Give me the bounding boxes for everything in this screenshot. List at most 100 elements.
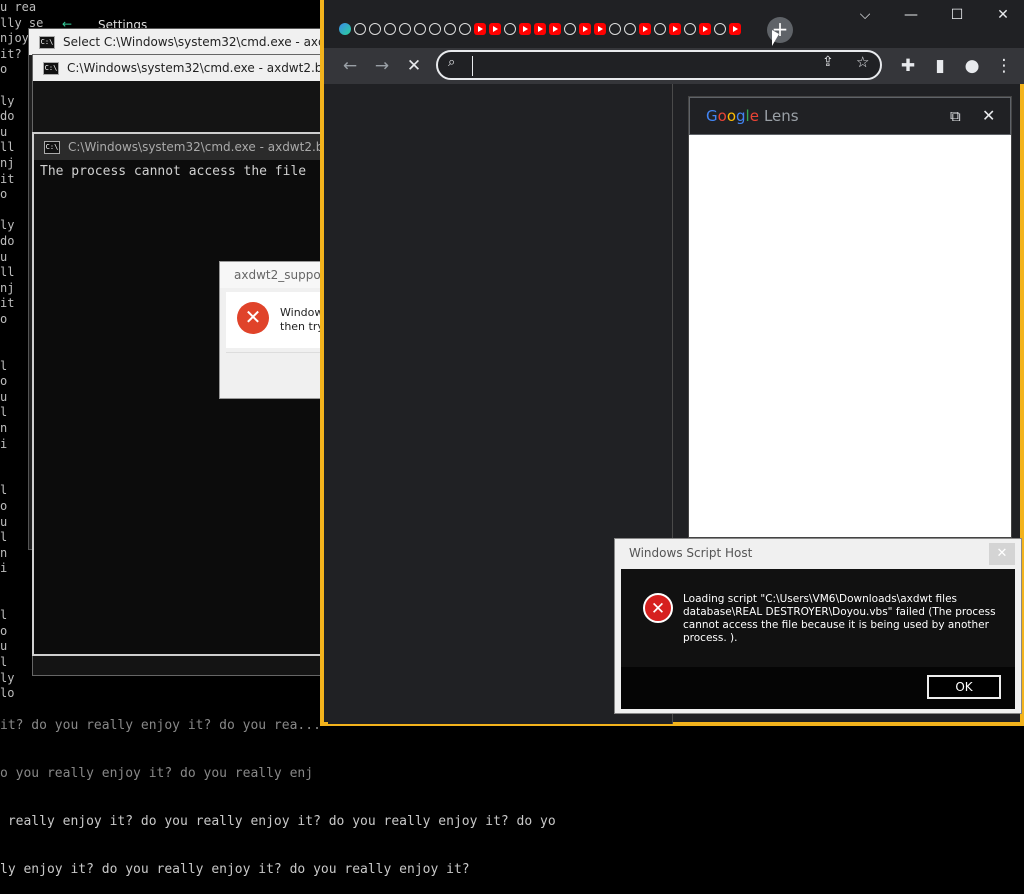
stop-loading-icon[interactable]: ✕ [402,54,426,78]
browser-tab[interactable] [668,20,682,38]
browser-tab[interactable] [518,20,532,38]
loading-spinner-icon [654,23,666,35]
extensions-puzzle-icon[interactable]: ✚ [896,54,920,78]
ok-button[interactable]: OK [927,675,1001,699]
error-message-line: Window [280,306,324,319]
search-icon: ⌕ [448,55,456,70]
minimize-icon[interactable]: — [900,4,922,26]
share-icon[interactable]: ⇪ [822,54,834,70]
new-tab-button[interactable]: + [767,17,793,43]
chevron-down-icon[interactable]: ⌵ [854,4,876,26]
error-dialog-message: Window then try [280,306,324,334]
cmd-icon: C:\ [39,35,55,49]
browser-tab[interactable] [623,20,637,38]
browser-tab[interactable] [383,20,397,38]
console-line: o you really enjoy it? do you really enj [0,766,314,781]
windows-script-host-dialog[interactable]: Windows Script Host ✕ ✕ Loading script "… [614,538,1022,714]
tab-list [338,20,742,38]
browser-toolbar: ← → ✕ ⌕ ⇪ ☆ ✚ ▮ ● ⋮ [324,48,1024,84]
lens-header: Google Lens ⧉ ✕ [689,97,1011,135]
browser-tab[interactable] [638,20,652,38]
loading-spinner-icon [459,23,471,35]
browser-tab[interactable] [368,20,382,38]
youtube-favicon-icon [474,23,486,35]
bookmark-star-icon[interactable]: ☆ [856,53,869,71]
browser-tab[interactable] [593,20,607,38]
google-lens-panel: Google Lens ⧉ ✕ [688,96,1012,538]
error-icon: ✕ [643,593,673,623]
address-input[interactable] [472,56,807,76]
wsh-footer: OK [621,667,1015,709]
browser-tab[interactable] [488,20,502,38]
browser-tab[interactable] [608,20,622,38]
youtube-favicon-icon [534,23,546,35]
browser-tab[interactable] [728,20,742,38]
browser-tab[interactable] [458,20,472,38]
youtube-favicon-icon [639,23,651,35]
error-dialog-body: ✕ Window then try [226,292,330,348]
browser-tab[interactable] [578,20,592,38]
youtube-favicon-icon [669,23,681,35]
browser-tab[interactable] [398,20,412,38]
error-dialog-title: axdwt2_support [220,262,330,288]
cmd-icon: C:\ [44,140,60,154]
browser-tab[interactable] [713,20,727,38]
browser-tab[interactable] [533,20,547,38]
edge-favicon-icon [339,23,351,35]
browser-tab[interactable] [443,20,457,38]
cmd-titlebar[interactable]: C:\ C:\Windows\system32\cmd.exe - axdwt2… [34,134,330,160]
error-dialog-footer [226,352,330,393]
loading-spinner-icon [609,23,621,35]
address-bar[interactable]: ⌕ ⇪ ☆ [436,50,882,80]
error-dialog[interactable]: axdwt2_support ✕ Window then try [219,261,331,399]
browser-tab[interactable] [353,20,367,38]
browser-tab[interactable] [338,20,352,38]
error-icon: ✕ [237,302,269,334]
loading-spinner-icon [399,23,411,35]
browser-tab[interactable] [653,20,667,38]
wsh-title: Windows Script Host [629,546,753,560]
loading-spinner-icon [414,23,426,35]
close-icon[interactable]: ✕ [992,4,1014,26]
browser-tab[interactable] [473,20,487,38]
browser-tab[interactable] [563,20,577,38]
youtube-favicon-icon [519,23,531,35]
open-external-icon[interactable]: ⧉ [950,107,961,125]
google-lens-logo: Google Lens [706,107,799,125]
cmd-title: Select C:\Windows\system32\cmd.exe - axd… [63,35,329,49]
cmd-title: C:\Windows\system32\cmd.exe - axdwt2.bat [67,61,329,75]
loading-spinner-icon [354,23,366,35]
console-line: really enjoy it? do you really enjoy it?… [0,814,556,829]
console-fragment: u rea [0,0,37,14]
cmd-titlebar[interactable]: C:\ Select C:\Windows\system32\cmd.exe -… [29,29,329,55]
close-icon[interactable]: ✕ [989,543,1015,565]
browser-tab[interactable] [548,20,562,38]
error-message-line: then try [280,320,324,333]
youtube-favicon-icon [594,23,606,35]
cmd-title: C:\Windows\system32\cmd.exe - axdwt2.bat [68,140,330,154]
loading-spinner-icon [384,23,396,35]
browser-tab[interactable] [698,20,712,38]
back-arrow-icon[interactable]: ← [338,54,362,78]
youtube-favicon-icon [699,23,711,35]
browser-tab[interactable] [428,20,442,38]
profile-avatar-icon[interactable]: ● [960,54,984,78]
cmd-output: The process cannot access the file [40,164,307,179]
loading-spinner-icon [624,23,636,35]
loading-spinner-icon [369,23,381,35]
forward-arrow-icon[interactable]: → [370,54,394,78]
browser-tab[interactable] [683,20,697,38]
browser-tab[interactable] [413,20,427,38]
side-panel-icon[interactable]: ▮ [928,54,952,78]
browser-tab[interactable] [503,20,517,38]
console-line: ly enjoy it? do you really enjoy it? do … [0,862,470,877]
close-icon[interactable]: ✕ [982,106,995,125]
loading-spinner-icon [564,23,576,35]
kebab-menu-icon[interactable]: ⋮ [992,54,1016,78]
maximize-icon[interactable]: ☐ [946,4,968,26]
cmd-titlebar[interactable]: C:\ C:\Windows\system32\cmd.exe - axdwt2… [33,55,329,81]
wsh-message: Loading script "C:\Users\VM6\Downloads\a… [683,593,996,644]
mouse-cursor-icon [772,30,779,46]
lens-product-name: Lens [763,107,799,125]
youtube-favicon-icon [549,23,561,35]
